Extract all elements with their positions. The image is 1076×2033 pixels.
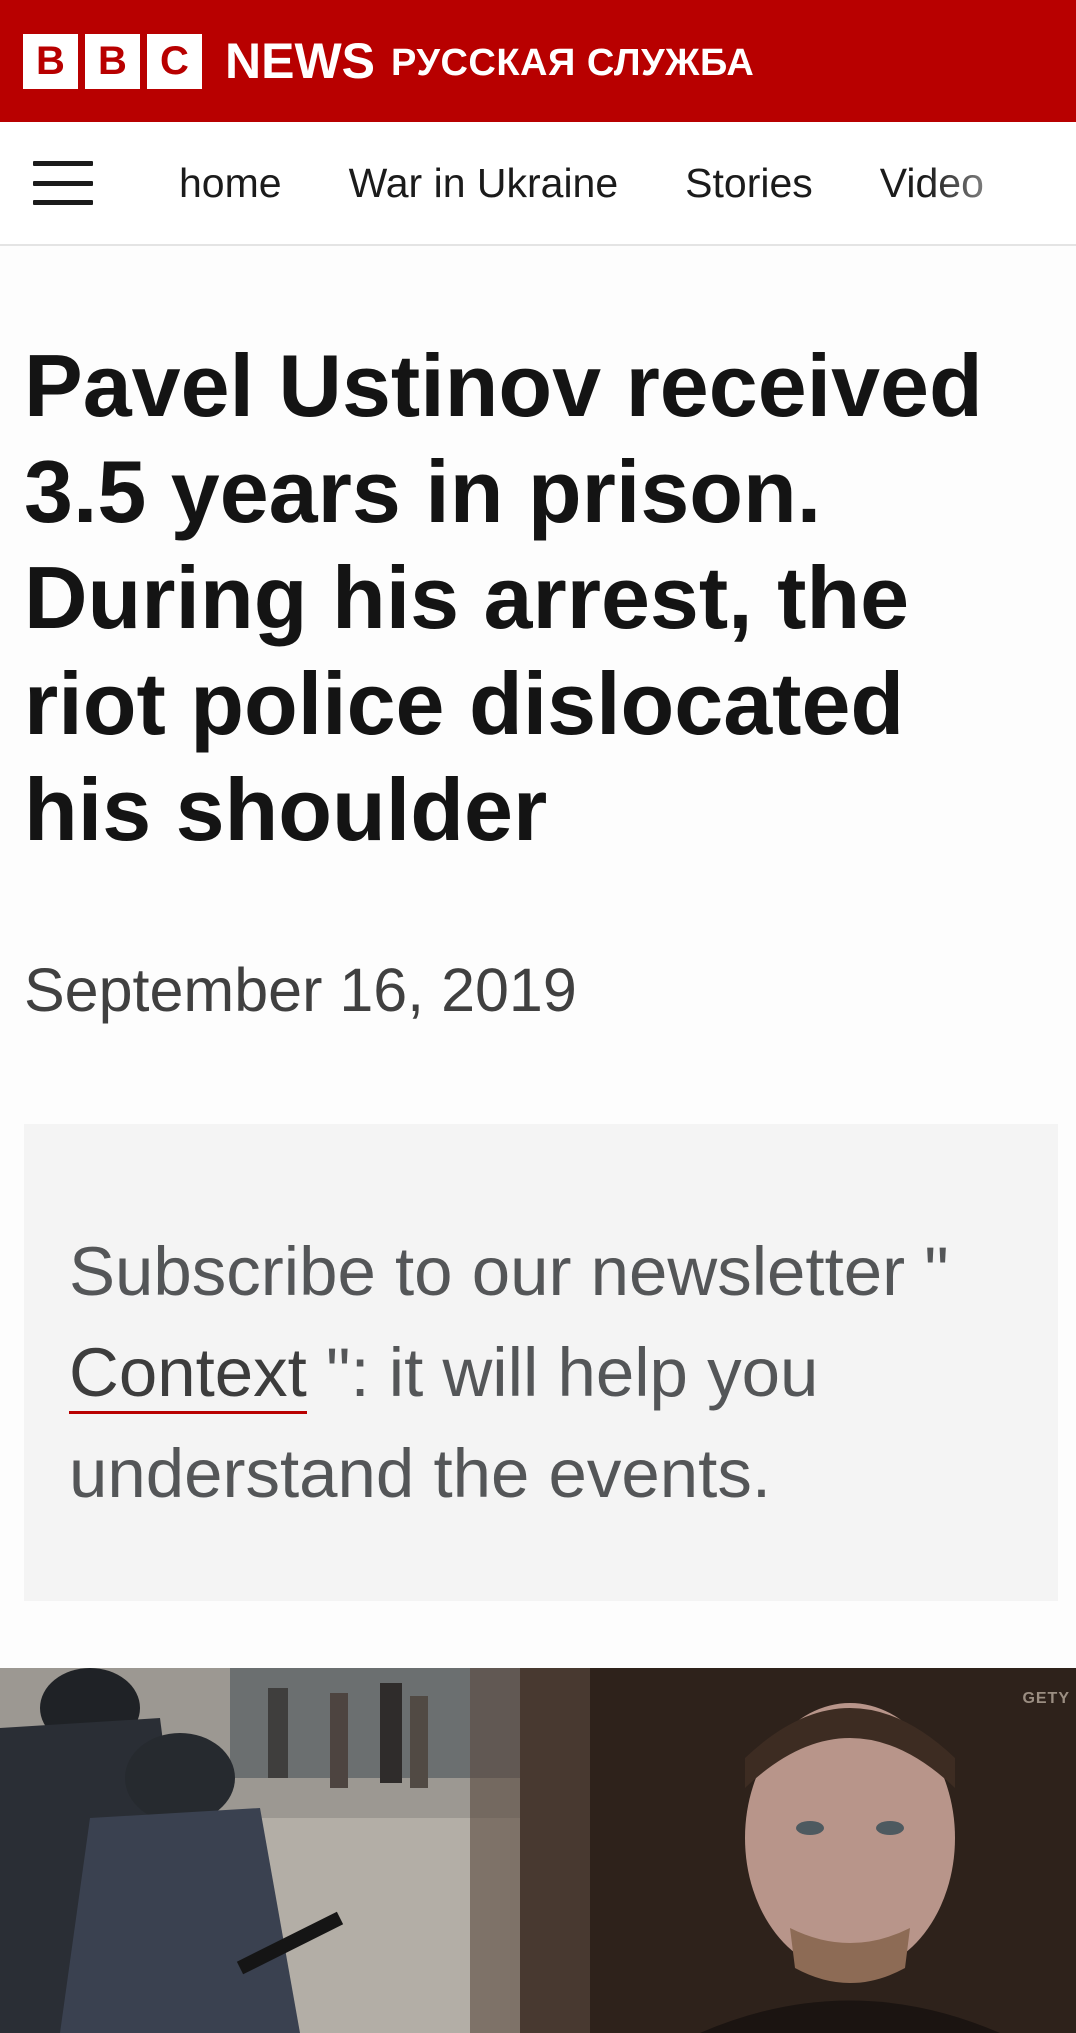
hamburger-line (33, 161, 93, 166)
bbc-logo[interactable]: B B C (23, 33, 209, 89)
nav-bar: home War in Ukraine Stories Video (0, 122, 1076, 246)
portrait-eye (876, 1821, 904, 1835)
bbc-logo-block: B (85, 33, 140, 89)
riot-helmet (125, 1733, 235, 1823)
bystander (410, 1696, 428, 1788)
hero-image: GETY (0, 1668, 1076, 2033)
bbc-logo-block: B (23, 33, 78, 89)
hamburger-menu-icon[interactable] (33, 161, 93, 205)
bystander (268, 1688, 288, 1778)
nav-scroll-fade (926, 122, 1076, 242)
portrait-eye (796, 1821, 824, 1835)
newsletter-promo: Subscribe to our newsletter " Context ":… (24, 1124, 1058, 1601)
image-credit: GETY (1022, 1690, 1070, 1707)
article-date: September 16, 2019 (24, 956, 577, 1024)
nav-item-war-in-ukraine[interactable]: War in Ukraine (349, 160, 619, 207)
masthead: B B C NEWS РУССКАЯ СЛУЖБА (0, 0, 1076, 122)
bystander (380, 1683, 402, 1783)
service-name[interactable]: РУССКАЯ СЛУЖБА (391, 42, 754, 85)
hamburger-line (33, 180, 93, 186)
hero-image-illustration (0, 1668, 1076, 2033)
riot-officer (60, 1808, 300, 2033)
bbc-logo-block: C (147, 33, 202, 89)
newsletter-link-context[interactable]: Context (69, 1334, 307, 1414)
image-blend (470, 1668, 590, 2033)
nav-item-home[interactable]: home (179, 160, 282, 207)
newsletter-text-before: Subscribe to our newsletter " (69, 1233, 949, 1310)
article-headline: Pavel Ustinov received 3.5 years in pris… (24, 336, 983, 859)
newsletter-text: Subscribe to our newsletter " Context ":… (69, 1221, 1019, 1524)
news-wordmark[interactable]: NEWS (225, 32, 375, 90)
bystander (330, 1693, 348, 1788)
nav-item-stories[interactable]: Stories (685, 160, 813, 207)
hamburger-line (33, 200, 93, 205)
